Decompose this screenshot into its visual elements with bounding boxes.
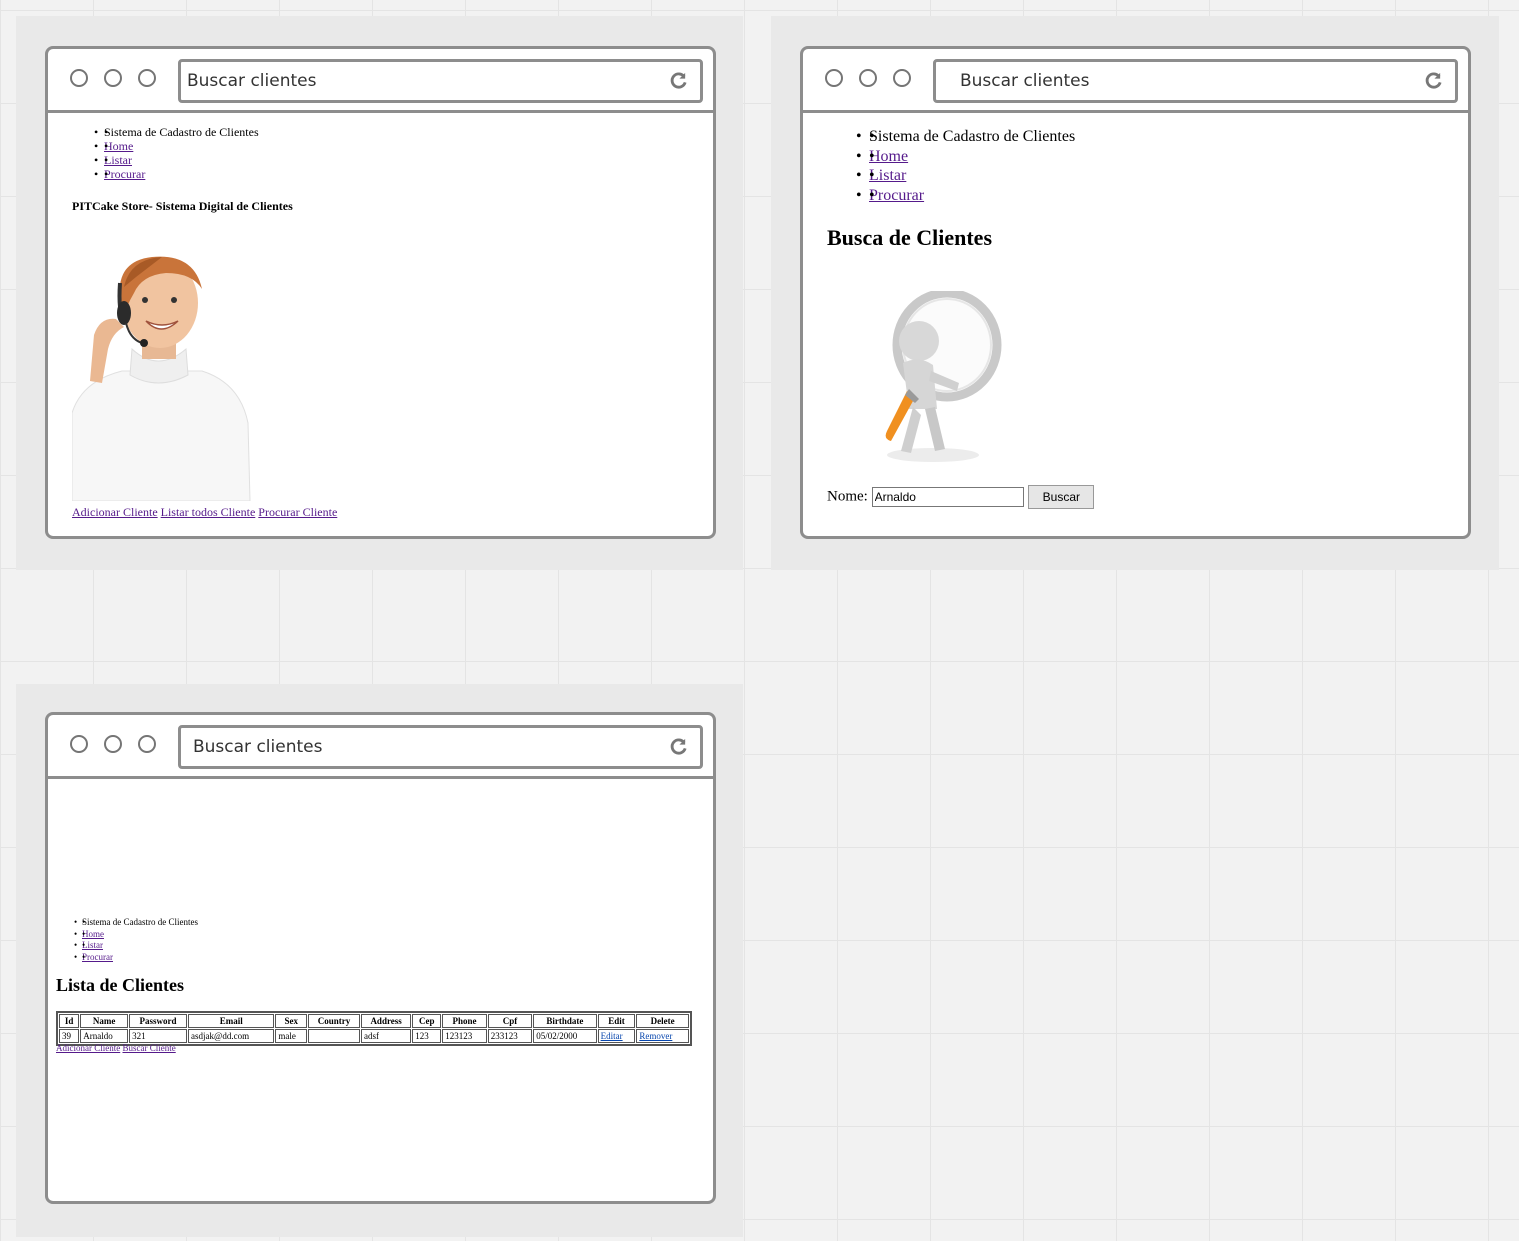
address-text: Buscar clientes (187, 71, 317, 91)
column-header: Id (59, 1014, 80, 1028)
remove-link[interactable]: Remover (639, 1031, 672, 1041)
column-header: Delete (636, 1014, 689, 1028)
cell-email: asdjak@dd.com (188, 1029, 275, 1043)
magnifier-figure-image (885, 291, 1002, 462)
title-bar: Buscar clientes (48, 49, 713, 113)
cell-password: 321 (129, 1029, 188, 1043)
column-header: Cep (412, 1014, 442, 1028)
nav-item-listar: •Listar (856, 166, 1075, 186)
nav-title: •Sistema de Cadastro de Clientes (74, 917, 198, 929)
column-header: Country (308, 1014, 360, 1028)
address-bar[interactable]: Buscar clientes (178, 59, 703, 103)
cell-sex: male (275, 1029, 308, 1043)
address-text: Buscar clientes (193, 737, 323, 757)
window-control-circle[interactable] (70, 69, 88, 87)
nav-title: •Sistema de Cadastro de Clientes (94, 125, 259, 139)
page-content: •Sistema de Cadastro de Clientes •Home •… (48, 779, 713, 1201)
column-header: Password (129, 1014, 188, 1028)
reload-icon[interactable] (669, 71, 688, 90)
add-client-link[interactable]: Adicionar Cliente (56, 1043, 120, 1053)
nav-item-procurar: •Procurar (856, 186, 1075, 206)
edit-link[interactable]: Editar (601, 1031, 623, 1041)
browser-window-search: Buscar clientes •Sistema de Cadastro de … (800, 46, 1471, 539)
nav-item-home: •Home (856, 147, 1075, 167)
support-agent-image (72, 256, 251, 501)
column-header: Phone (442, 1014, 487, 1028)
nav-link-procurar[interactable]: Procurar (104, 167, 145, 181)
column-header: Birthdate (533, 1014, 597, 1028)
reload-icon[interactable] (1424, 71, 1443, 90)
nav-link-procurar[interactable]: Procurar (869, 187, 924, 204)
clients-table: Id Name Password Email Sex Country Addre… (56, 1011, 692, 1046)
nav-link-listar[interactable]: Listar (82, 940, 103, 950)
window-control-circle[interactable] (70, 735, 88, 753)
search-client-link[interactable]: Buscar Cliente (122, 1043, 175, 1053)
column-header: Sex (275, 1014, 308, 1028)
cell-id: 39 (59, 1029, 80, 1043)
cell-country (308, 1029, 360, 1043)
reload-icon[interactable] (669, 737, 688, 756)
nav-link-home[interactable]: Home (869, 148, 908, 165)
page-title: PITCake Store- Sistema Digital de Client… (72, 199, 293, 213)
column-header: Name (80, 1014, 129, 1028)
search-button[interactable]: Buscar (1028, 485, 1095, 509)
cell-birthdate: 05/02/2000 (533, 1029, 597, 1043)
search-form: Nome: Buscar (827, 485, 1095, 509)
address-bar[interactable]: Buscar clientes (933, 59, 1458, 103)
window-control-circle[interactable] (859, 69, 877, 87)
cell-edit: Editar (597, 1029, 636, 1043)
cell-cep: 123 (412, 1029, 442, 1043)
browser-window-list: Buscar clientes •Sistema de Cadastro de … (45, 712, 716, 1204)
nav-link-procurar[interactable]: Procurar (82, 952, 113, 962)
bottom-links: Adicionar Cliente Buscar Cliente (56, 1043, 176, 1053)
add-client-link[interactable]: Adicionar Cliente (72, 505, 158, 519)
list-all-clients-link[interactable]: Listar todos Cliente (161, 505, 256, 519)
nav-item-home: •Home (94, 139, 259, 153)
name-input[interactable] (871, 487, 1024, 507)
window-control-circle[interactable] (893, 69, 911, 87)
title-bar: Buscar clientes (48, 715, 713, 779)
nav-item-listar: •Listar (74, 940, 198, 952)
nav-list: •Sistema de Cadastro de Clientes •Home •… (856, 127, 1075, 206)
window-control-circle[interactable] (104, 735, 122, 753)
nav-item-listar: •Listar (94, 153, 259, 167)
nav-item-procurar: •Procurar (74, 952, 198, 964)
address-text: Buscar clientes (960, 71, 1090, 91)
bottom-links: Adicionar Cliente Listar todos Cliente P… (72, 505, 337, 520)
nav-list: •Sistema de Cadastro de Clientes •Home •… (74, 917, 198, 964)
title-bar: Buscar clientes (803, 49, 1468, 113)
page-title: Lista de Clientes (56, 975, 184, 995)
nav-title: •Sistema de Cadastro de Clientes (856, 127, 1075, 147)
nav-link-listar[interactable]: Listar (104, 153, 132, 167)
nav-link-home[interactable]: Home (82, 929, 104, 939)
column-header: Cpf (487, 1014, 533, 1028)
column-header: Edit (597, 1014, 636, 1028)
search-client-link[interactable]: Procurar Cliente (258, 505, 337, 519)
cell-name: Arnaldo (80, 1029, 129, 1043)
cell-delete: Remover (636, 1029, 689, 1043)
window-control-circle[interactable] (138, 735, 156, 753)
nav-link-listar[interactable]: Listar (869, 167, 906, 184)
page-title: Busca de Clientes (827, 225, 992, 250)
column-header: Address (360, 1014, 412, 1028)
cell-address: adsf (360, 1029, 412, 1043)
browser-window-home: Buscar clientes •Sistema de Cadastro de … (45, 46, 716, 539)
table-header-row: Id Name Password Email Sex Country Addre… (59, 1014, 689, 1028)
column-header: Email (188, 1014, 275, 1028)
address-bar[interactable]: Buscar clientes (178, 725, 703, 769)
window-control-circle[interactable] (104, 69, 122, 87)
window-control-circle[interactable] (138, 69, 156, 87)
cell-phone: 123123 (442, 1029, 487, 1043)
nav-list: •Sistema de Cadastro de Clientes •Home •… (94, 125, 259, 181)
name-label: Nome: (827, 488, 868, 505)
window-control-circle[interactable] (825, 69, 843, 87)
page-content: •Sistema de Cadastro de Clientes •Home •… (803, 113, 1468, 536)
page-content: •Sistema de Cadastro de Clientes •Home •… (48, 113, 713, 536)
cell-cpf: 233123 (487, 1029, 533, 1043)
nav-item-procurar: •Procurar (94, 167, 259, 181)
nav-link-home[interactable]: Home (104, 139, 133, 153)
table-row: 39 Arnaldo 321 asdjak@dd.com male adsf 1… (59, 1029, 689, 1043)
nav-item-home: •Home (74, 929, 198, 941)
